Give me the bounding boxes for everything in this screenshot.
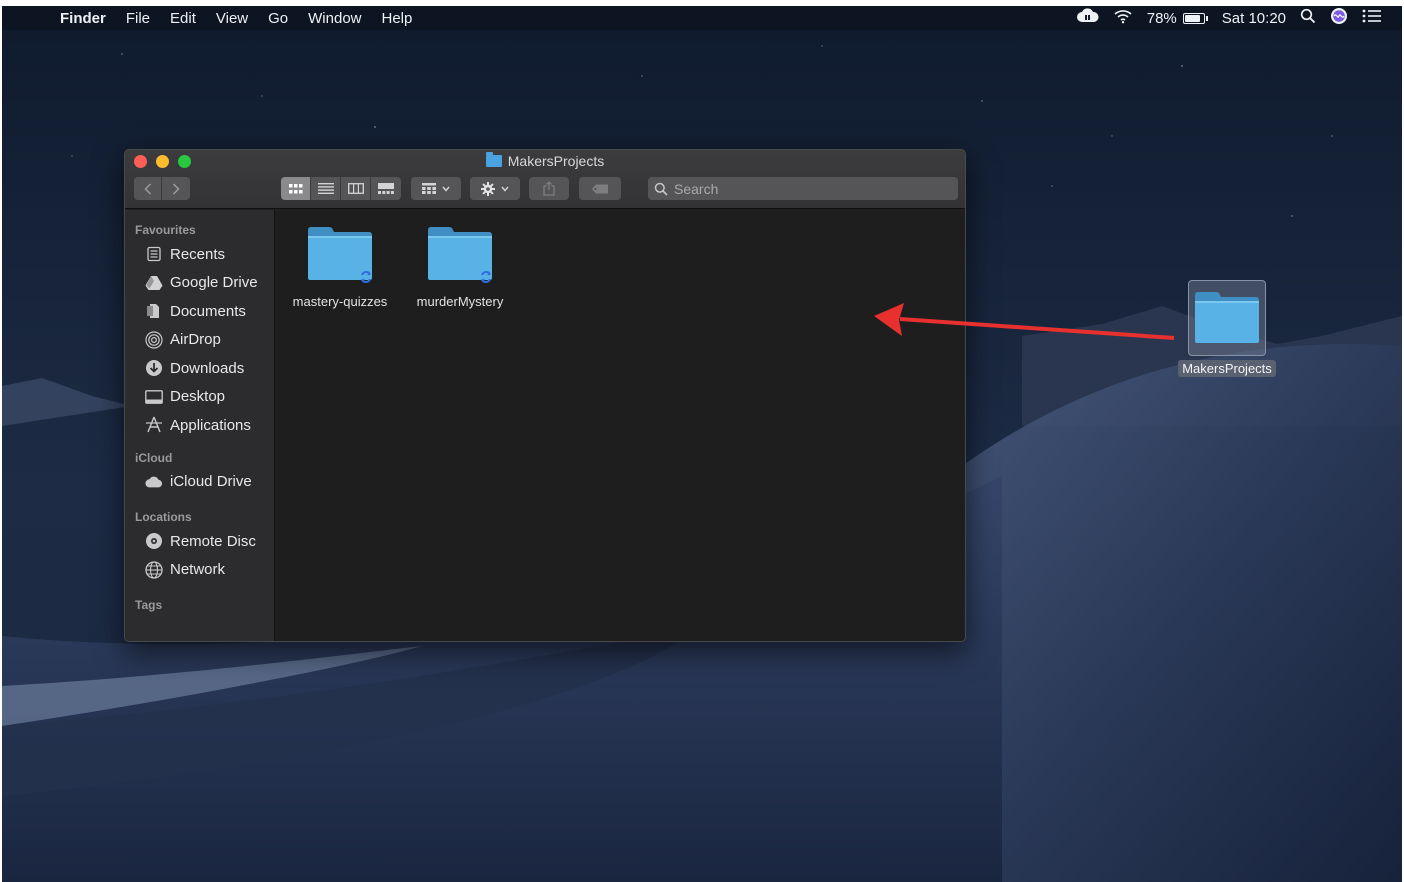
gallery-view-button[interactable] bbox=[371, 177, 401, 200]
desktop-icon bbox=[145, 388, 163, 406]
file-browser[interactable]: mastery-quizzes murderMystery bbox=[276, 210, 965, 641]
menu-bar: Finder File Edit View Go Window Help 78%… bbox=[2, 6, 1402, 30]
window-title-text: MakersProjects bbox=[507, 153, 605, 169]
column-view-button[interactable] bbox=[341, 177, 371, 200]
title-bar[interactable]: MakersProjects Search bbox=[125, 150, 965, 209]
sidebar-item-icloud-drive[interactable]: iCloud Drive bbox=[125, 468, 274, 497]
icon-view-button[interactable] bbox=[281, 177, 311, 200]
sidebar-item-documents[interactable]: Documents bbox=[125, 297, 274, 326]
sidebar-heading-favourites: Favourites bbox=[135, 223, 196, 237]
sync-icon bbox=[361, 271, 371, 283]
sidebar-item-google-drive[interactable]: Google Drive bbox=[125, 269, 274, 298]
chevron-down-icon bbox=[501, 186, 509, 192]
sidebar-item-label: Applications bbox=[170, 416, 251, 434]
sidebar-heading-locations: Locations bbox=[135, 510, 192, 524]
clock[interactable]: Sat 10:20 bbox=[1222, 10, 1286, 27]
share-button[interactable] bbox=[529, 177, 569, 200]
battery-indicator[interactable]: 78% bbox=[1147, 10, 1208, 27]
applications-icon bbox=[145, 416, 163, 434]
action-menu-button[interactable] bbox=[470, 177, 520, 200]
recents-icon bbox=[145, 245, 163, 263]
sidebar-item-label: Network bbox=[170, 561, 226, 579]
window-title: MakersProjects bbox=[125, 152, 965, 169]
selection-highlight bbox=[1188, 280, 1266, 356]
airdrop-icon bbox=[145, 331, 163, 349]
search-field[interactable]: Search bbox=[648, 177, 958, 200]
sidebar-item-label: Downloads bbox=[170, 359, 245, 377]
sidebar-item-label: Google Drive bbox=[170, 274, 258, 292]
back-button[interactable] bbox=[134, 177, 162, 200]
downloads-icon bbox=[145, 359, 163, 377]
navigation-buttons bbox=[134, 177, 190, 200]
forward-button[interactable] bbox=[162, 177, 190, 200]
spotlight-search-icon[interactable] bbox=[1300, 8, 1316, 28]
chevron-down-icon bbox=[442, 186, 450, 192]
grid-icon bbox=[422, 183, 436, 194]
sidebar-item-label: iCloud Drive bbox=[170, 473, 252, 491]
folder-icon bbox=[307, 226, 373, 283]
documents-icon bbox=[145, 302, 163, 320]
sync-icon bbox=[481, 271, 491, 283]
gallery-view-icon bbox=[378, 183, 394, 194]
cloud-icon bbox=[145, 473, 163, 491]
creative-cloud-icon[interactable] bbox=[1076, 8, 1099, 28]
menu-edit[interactable]: Edit bbox=[160, 10, 206, 27]
sidebar-heading-tags: Tags bbox=[135, 598, 163, 612]
sidebar-heading-icloud: iCloud bbox=[135, 450, 173, 465]
battery-icon bbox=[1182, 12, 1205, 24]
share-icon bbox=[543, 181, 555, 196]
sidebar-item-label: Documents bbox=[170, 302, 246, 320]
file-item-murdermystery[interactable]: murderMystery bbox=[400, 226, 520, 309]
search-placeholder: Search bbox=[674, 180, 719, 197]
icon-view-icon bbox=[288, 183, 302, 193]
tags-button[interactable] bbox=[579, 177, 621, 200]
disc-icon bbox=[145, 532, 163, 550]
sidebar-item-label: AirDrop bbox=[170, 331, 221, 349]
column-view-icon bbox=[347, 183, 364, 194]
folder-icon bbox=[427, 226, 493, 283]
group-by-button[interactable] bbox=[411, 177, 461, 200]
menu-finder[interactable]: Finder bbox=[48, 10, 116, 27]
desktop-folder-makersprojects[interactable]: MakersProjects bbox=[1172, 280, 1282, 377]
menu-window[interactable]: Window bbox=[298, 10, 371, 27]
file-name: murderMystery bbox=[416, 294, 504, 309]
siri-icon[interactable] bbox=[1330, 7, 1348, 29]
file-name: mastery-quizzes bbox=[292, 294, 388, 309]
battery-percent: 78% bbox=[1146, 9, 1177, 27]
view-mode-control bbox=[281, 177, 401, 200]
google-drive-icon bbox=[145, 274, 163, 292]
folder-icon bbox=[1195, 292, 1259, 343]
sidebar-item-downloads[interactable]: Downloads bbox=[125, 354, 274, 383]
sidebar-item-remote-disc[interactable]: Remote Disc bbox=[125, 527, 274, 556]
notification-center-icon[interactable] bbox=[1362, 9, 1382, 27]
sidebar-item-label: Remote Disc bbox=[170, 532, 256, 550]
file-item-mastery-quizzes[interactable]: mastery-quizzes bbox=[280, 226, 400, 309]
sidebar-item-network[interactable]: Network bbox=[125, 556, 274, 585]
sidebar-item-label: Desktop bbox=[170, 388, 226, 406]
menu-go[interactable]: Go bbox=[258, 10, 298, 27]
sidebar-item-desktop[interactable]: Desktop bbox=[125, 383, 274, 412]
list-view-button[interactable] bbox=[311, 177, 341, 200]
sidebar-item-airdrop[interactable]: AirDrop bbox=[125, 326, 274, 355]
network-icon bbox=[145, 561, 163, 579]
sidebar: Favourites Recents Google Drive Document… bbox=[125, 210, 275, 641]
desktop: Finder File Edit View Go Window Help 78%… bbox=[2, 6, 1402, 882]
wifi-icon[interactable] bbox=[1113, 8, 1133, 28]
list-view-icon bbox=[317, 183, 334, 194]
folder-icon bbox=[485, 152, 502, 167]
menu-file[interactable]: File bbox=[116, 10, 160, 27]
sidebar-item-recents[interactable]: Recents bbox=[125, 240, 274, 269]
menu-view[interactable]: View bbox=[206, 10, 258, 27]
sidebar-item-label: Recents bbox=[170, 245, 226, 263]
search-icon bbox=[654, 182, 668, 196]
desktop-folder-label: MakersProjects bbox=[1178, 360, 1276, 377]
gear-icon bbox=[481, 181, 495, 196]
menu-help[interactable]: Help bbox=[372, 10, 423, 27]
sidebar-item-applications[interactable]: Applications bbox=[125, 411, 274, 440]
tag-icon bbox=[591, 184, 608, 193]
finder-window: MakersProjects Search Favourites Recents… bbox=[124, 149, 966, 642]
